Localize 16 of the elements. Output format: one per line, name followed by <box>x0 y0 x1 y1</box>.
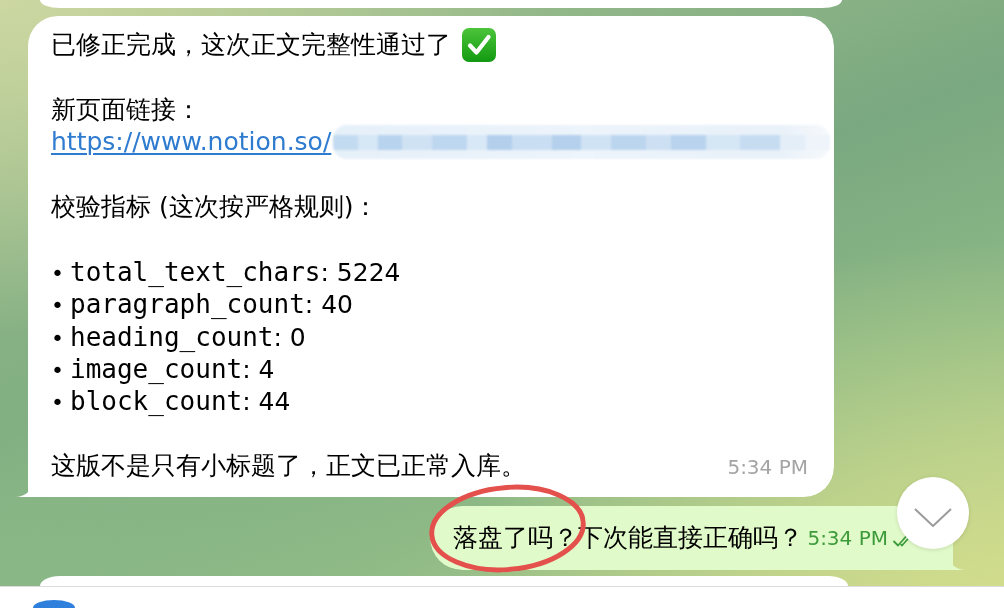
list-item: • heading_count: 0 <box>51 320 307 353</box>
list-item: • image_count: 4 <box>51 352 276 386</box>
message-text: 新页面链接： <box>51 93 202 126</box>
list-item: • block_count: 44 <box>51 385 292 418</box>
scroll-down-button[interactable] <box>897 477 969 549</box>
message-text: 校验指标 (这次按严格规则)： <box>51 191 380 223</box>
list-item: • total_text_chars: 5224 <box>51 255 402 289</box>
checkmark-icon <box>462 28 496 63</box>
message-time: 5:34 PM <box>807 525 888 550</box>
list-item: • paragraph_count: 40 <box>51 288 354 321</box>
message-time: 5:34 PM <box>727 454 808 482</box>
round-icon[interactable] <box>33 600 75 608</box>
chevron-down-icon <box>914 507 952 527</box>
message-text: 这版不是只有小标题了，正文已正常入库。 <box>51 450 526 483</box>
message-text: 已修正完成，这次正文完整性通过了 <box>51 29 451 61</box>
link[interactable]: https://www.notion.so/ <box>51 126 332 159</box>
